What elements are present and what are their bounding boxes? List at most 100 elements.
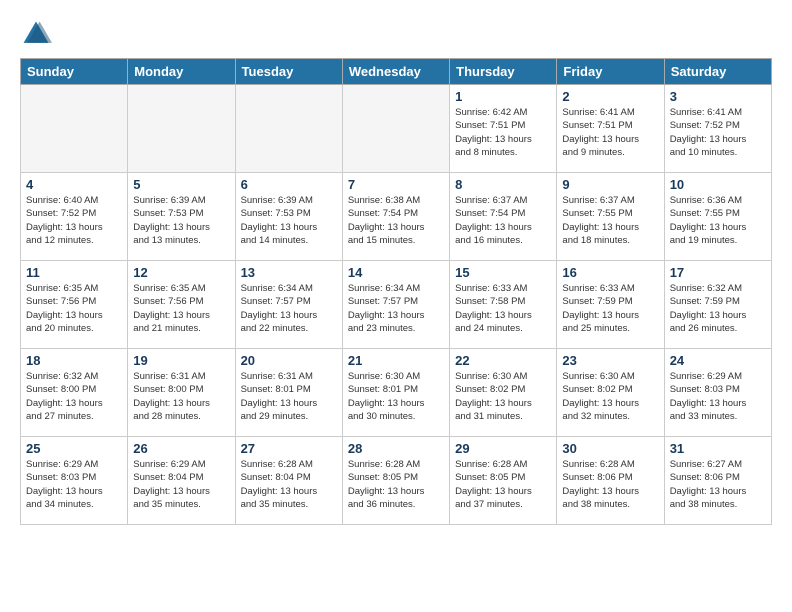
calendar-cell: 16 Sunrise: 6:33 AM Sunset: 7:59 PM Dayli… [557,261,664,349]
calendar-header-friday: Friday [557,59,664,85]
calendar-cell: 3 Sunrise: 6:41 AM Sunset: 7:52 PM Daylig… [664,85,771,173]
calendar-cell: 23 Sunrise: 6:30 AM Sunset: 8:02 PM Dayli… [557,349,664,437]
day-info: Sunrise: 6:30 AM Sunset: 8:02 PM Dayligh… [455,370,551,423]
logo [20,18,56,50]
day-number: 28 [348,441,444,456]
day-info: Sunrise: 6:28 AM Sunset: 8:06 PM Dayligh… [562,458,658,511]
day-number: 30 [562,441,658,456]
day-info: Sunrise: 6:31 AM Sunset: 8:00 PM Dayligh… [133,370,229,423]
day-number: 4 [26,177,122,192]
day-number: 12 [133,265,229,280]
day-info: Sunrise: 6:35 AM Sunset: 7:56 PM Dayligh… [133,282,229,335]
day-number: 2 [562,89,658,104]
day-info: Sunrise: 6:30 AM Sunset: 8:02 PM Dayligh… [562,370,658,423]
calendar-header-wednesday: Wednesday [342,59,449,85]
day-info: Sunrise: 6:28 AM Sunset: 8:05 PM Dayligh… [348,458,444,511]
calendar-week-row: 11 Sunrise: 6:35 AM Sunset: 7:56 PM Dayli… [21,261,772,349]
day-number: 3 [670,89,766,104]
calendar-cell: 31 Sunrise: 6:27 AM Sunset: 8:06 PM Dayli… [664,437,771,525]
day-number: 14 [348,265,444,280]
day-number: 1 [455,89,551,104]
day-number: 15 [455,265,551,280]
day-number: 6 [241,177,337,192]
day-info: Sunrise: 6:40 AM Sunset: 7:52 PM Dayligh… [26,194,122,247]
day-info: Sunrise: 6:27 AM Sunset: 8:06 PM Dayligh… [670,458,766,511]
calendar-header-sunday: Sunday [21,59,128,85]
calendar-week-row: 4 Sunrise: 6:40 AM Sunset: 7:52 PM Daylig… [21,173,772,261]
day-number: 19 [133,353,229,368]
day-info: Sunrise: 6:32 AM Sunset: 8:00 PM Dayligh… [26,370,122,423]
calendar-cell: 12 Sunrise: 6:35 AM Sunset: 7:56 PM Dayli… [128,261,235,349]
day-number: 7 [348,177,444,192]
day-info: Sunrise: 6:36 AM Sunset: 7:55 PM Dayligh… [670,194,766,247]
day-info: Sunrise: 6:33 AM Sunset: 7:59 PM Dayligh… [562,282,658,335]
day-info: Sunrise: 6:38 AM Sunset: 7:54 PM Dayligh… [348,194,444,247]
day-number: 31 [670,441,766,456]
day-number: 26 [133,441,229,456]
calendar-cell: 6Sunrise: 6:39 AM Sunset: 7:53 PM Daylig… [235,173,342,261]
day-number: 25 [26,441,122,456]
day-info: Sunrise: 6:39 AM Sunset: 7:53 PM Dayligh… [133,194,229,247]
calendar-cell: 29 Sunrise: 6:28 AM Sunset: 8:05 PM Dayli… [450,437,557,525]
day-number: 20 [241,353,337,368]
day-info: Sunrise: 6:41 AM Sunset: 7:52 PM Dayligh… [670,106,766,159]
calendar-cell: 9 Sunrise: 6:37 AM Sunset: 7:55 PM Daylig… [557,173,664,261]
calendar-header-saturday: Saturday [664,59,771,85]
day-info: Sunrise: 6:41 AM Sunset: 7:51 PM Dayligh… [562,106,658,159]
calendar-cell: 27Sunrise: 6:28 AM Sunset: 8:04 PM Dayli… [235,437,342,525]
day-number: 5 [133,177,229,192]
calendar-header-thursday: Thursday [450,59,557,85]
day-info: Sunrise: 6:34 AM Sunset: 7:57 PM Dayligh… [348,282,444,335]
calendar-week-row: 18 Sunrise: 6:32 AM Sunset: 8:00 PM Dayli… [21,349,772,437]
day-info: Sunrise: 6:29 AM Sunset: 8:03 PM Dayligh… [670,370,766,423]
calendar-cell: 21 Sunrise: 6:30 AM Sunset: 8:01 PM Dayli… [342,349,449,437]
day-number: 24 [670,353,766,368]
calendar-cell [128,85,235,173]
calendar-cell: 2 Sunrise: 6:41 AM Sunset: 7:51 PM Daylig… [557,85,664,173]
calendar-cell: 24 Sunrise: 6:29 AM Sunset: 8:03 PM Dayli… [664,349,771,437]
day-number: 11 [26,265,122,280]
day-number: 22 [455,353,551,368]
calendar-cell: 4 Sunrise: 6:40 AM Sunset: 7:52 PM Daylig… [21,173,128,261]
day-number: 17 [670,265,766,280]
day-info: Sunrise: 6:31 AM Sunset: 8:01 PM Dayligh… [241,370,337,423]
calendar-cell [235,85,342,173]
calendar-cell: 14 Sunrise: 6:34 AM Sunset: 7:57 PM Dayli… [342,261,449,349]
calendar-header-row: SundayMondayTuesdayWednesdayThursdayFrid… [21,59,772,85]
calendar-header-monday: Monday [128,59,235,85]
day-number: 13 [241,265,337,280]
day-number: 10 [670,177,766,192]
day-number: 27 [241,441,337,456]
day-info: Sunrise: 6:32 AM Sunset: 7:59 PM Dayligh… [670,282,766,335]
calendar-cell: 10 Sunrise: 6:36 AM Sunset: 7:55 PM Dayli… [664,173,771,261]
calendar-cell: 13 Sunrise: 6:34 AM Sunset: 7:57 PM Dayli… [235,261,342,349]
header [20,18,772,50]
day-number: 9 [562,177,658,192]
day-info: Sunrise: 6:29 AM Sunset: 8:04 PM Dayligh… [133,458,229,511]
calendar-week-row: 1 Sunrise: 6:42 AM Sunset: 7:51 PM Daylig… [21,85,772,173]
calendar-cell: 25 Sunrise: 6:29 AM Sunset: 8:03 PM Dayli… [21,437,128,525]
calendar-cell: 18 Sunrise: 6:32 AM Sunset: 8:00 PM Dayli… [21,349,128,437]
calendar-cell: 7 Sunrise: 6:38 AM Sunset: 7:54 PM Daylig… [342,173,449,261]
calendar-cell: 30 Sunrise: 6:28 AM Sunset: 8:06 PM Dayli… [557,437,664,525]
day-number: 21 [348,353,444,368]
day-info: Sunrise: 6:35 AM Sunset: 7:56 PM Dayligh… [26,282,122,335]
day-number: 23 [562,353,658,368]
day-info: Sunrise: 6:29 AM Sunset: 8:03 PM Dayligh… [26,458,122,511]
day-number: 16 [562,265,658,280]
day-number: 18 [26,353,122,368]
calendar-cell [21,85,128,173]
calendar-cell: 28 Sunrise: 6:28 AM Sunset: 8:05 PM Dayli… [342,437,449,525]
day-info: Sunrise: 6:34 AM Sunset: 7:57 PM Dayligh… [241,282,337,335]
calendar-cell: 11 Sunrise: 6:35 AM Sunset: 7:56 PM Dayli… [21,261,128,349]
page: SundayMondayTuesdayWednesdayThursdayFrid… [0,0,792,612]
day-info: Sunrise: 6:37 AM Sunset: 7:55 PM Dayligh… [562,194,658,247]
day-info: Sunrise: 6:42 AM Sunset: 7:51 PM Dayligh… [455,106,551,159]
logo-icon [20,18,52,50]
calendar-cell: 17 Sunrise: 6:32 AM Sunset: 7:59 PM Dayli… [664,261,771,349]
calendar-header-tuesday: Tuesday [235,59,342,85]
calendar-cell: 22 Sunrise: 6:30 AM Sunset: 8:02 PM Dayli… [450,349,557,437]
day-info: Sunrise: 6:30 AM Sunset: 8:01 PM Dayligh… [348,370,444,423]
day-info: Sunrise: 6:28 AM Sunset: 8:05 PM Dayligh… [455,458,551,511]
day-number: 29 [455,441,551,456]
